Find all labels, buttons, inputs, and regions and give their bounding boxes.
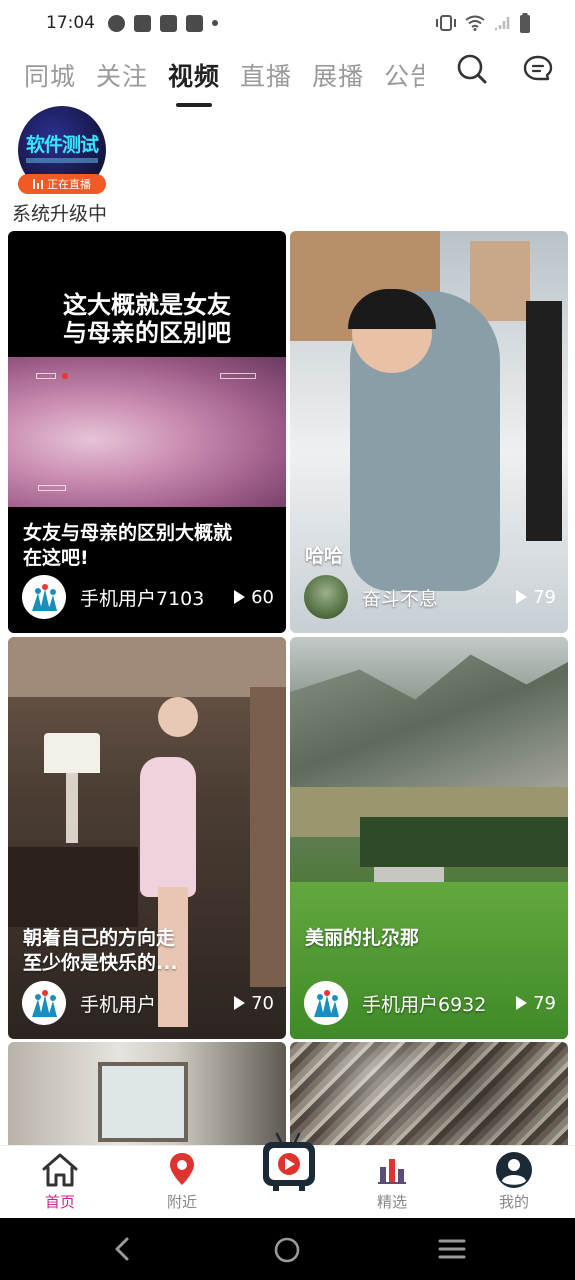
live-status-text: 系统升级中 (12, 203, 108, 225)
back-icon[interactable] (112, 1236, 132, 1262)
tv-play-icon (263, 1132, 315, 1191)
location-pin-icon (170, 1153, 194, 1185)
video-overlay-text: 这大概就是女友 与母亲的区别吧 (63, 291, 231, 347)
home-icon (42, 1153, 78, 1187)
featured-bars-icon (378, 1159, 406, 1184)
play-icon (234, 590, 246, 604)
video-username[interactable]: 奋斗不息 (362, 584, 438, 611)
video-card[interactable] (290, 1042, 568, 1145)
wifi-icon (465, 15, 485, 31)
video-thumbnail (8, 637, 286, 1039)
video-thumbnail (290, 637, 568, 1039)
nav-home-label: 首页 (44, 1193, 75, 1211)
tab-following[interactable]: 关注 (96, 57, 148, 93)
nav-tv[interactable] (248, 1130, 328, 1210)
play-icon (234, 996, 246, 1010)
tab-video[interactable]: 视频 (168, 57, 220, 93)
video-title: 哈哈 (305, 545, 344, 567)
nav-nearby-label: 附近 (166, 1193, 197, 1211)
video-username[interactable]: 手机用户 (80, 990, 156, 1017)
system-navigation-bar (0, 1218, 575, 1280)
message-icon[interactable] (523, 53, 553, 85)
user-avatar[interactable] (304, 575, 348, 619)
video-username[interactable]: 手机用户7103 (80, 584, 204, 611)
more-notifications-icon (212, 20, 218, 26)
vibrate-icon (436, 15, 456, 31)
live-badge: 正在直播 (18, 174, 106, 194)
nav-profile-label: 我的 (498, 1193, 529, 1211)
notification-app-icon (108, 14, 125, 32)
people-logo-icon (304, 981, 348, 1025)
tab-announcement[interactable]: 公告 (384, 57, 424, 93)
home-circle-icon[interactable] (273, 1236, 301, 1264)
video-card[interactable] (8, 1042, 286, 1145)
play-count: 70 (234, 993, 274, 1014)
bottom-nav-bar: 首页 附近 精选 我的 (0, 1132, 575, 1219)
battery-icon (520, 13, 530, 33)
status-time: 17:04 (46, 13, 95, 33)
top-tab-bar: 同城 关注 视频 直播 展播 公告 (0, 46, 575, 104)
play-icon (516, 590, 528, 604)
video-card[interactable]: 哈哈 奋斗不息 79 (290, 231, 568, 633)
video-card[interactable]: 朝着自己的方向走 至少你是快乐的... 手机用户 70 (8, 637, 286, 1039)
user-avatar[interactable] (22, 575, 66, 619)
nav-profile[interactable]: 我的 (474, 1146, 554, 1219)
video-card[interactable]: 美丽的扎尕那 手机用户6932 79 (290, 637, 568, 1039)
avatar-logo-decoration (26, 158, 98, 163)
user-avatar[interactable] (304, 981, 348, 1025)
video-meta: 奋斗不息 79 (304, 575, 556, 619)
user-profile-icon (496, 1152, 532, 1188)
notification-mail-icon (134, 14, 151, 32)
nav-featured[interactable]: 精选 (352, 1146, 432, 1219)
video-thumbnail (98, 1062, 188, 1142)
tab-showcase[interactable]: 展播 (312, 57, 364, 93)
nav-nearby[interactable]: 附近 (142, 1146, 222, 1219)
video-thumbnail (290, 1042, 568, 1145)
play-count: 60 (234, 587, 274, 608)
people-logo-icon (22, 575, 66, 619)
video-title: 美丽的扎尕那 (305, 927, 420, 949)
video-username[interactable]: 手机用户6932 (362, 990, 486, 1017)
video-thumbnail (8, 357, 286, 507)
video-title: 朝着自己的方向走 至少你是快乐的... (23, 927, 178, 974)
nav-home[interactable]: 首页 (20, 1146, 100, 1219)
notification-mail-icon (186, 14, 203, 32)
video-card[interactable]: 这大概就是女友 与母亲的区别吧 女友与母亲的区别大概就 在这吧! 手机用户710… (8, 231, 286, 633)
video-thumbnail (290, 231, 568, 633)
nav-featured-label: 精选 (376, 1193, 407, 1211)
people-logo-icon (22, 981, 66, 1025)
tab-live[interactable]: 直播 (240, 57, 292, 93)
recent-apps-icon[interactable] (438, 1238, 466, 1260)
search-icon[interactable] (456, 53, 488, 85)
play-count: 79 (516, 587, 556, 608)
status-bar: 17:04 (0, 0, 575, 46)
video-meta: 手机用户7103 60 (22, 575, 274, 619)
live-bars-icon (33, 179, 43, 189)
video-meta: 手机用户 70 (22, 981, 274, 1025)
video-title: 女友与母亲的区别大概就 在这吧! (23, 522, 233, 569)
user-avatar[interactable] (22, 981, 66, 1025)
video-meta: 手机用户6932 79 (304, 981, 556, 1025)
tab-local[interactable]: 同城 (24, 57, 76, 93)
live-badge-label: 正在直播 (47, 178, 91, 191)
play-count: 79 (516, 993, 556, 1014)
play-icon (516, 996, 528, 1010)
avatar-logo-text: 软件测试 (25, 134, 99, 156)
notification-mail-icon (160, 14, 177, 32)
signal-icon (495, 17, 510, 31)
